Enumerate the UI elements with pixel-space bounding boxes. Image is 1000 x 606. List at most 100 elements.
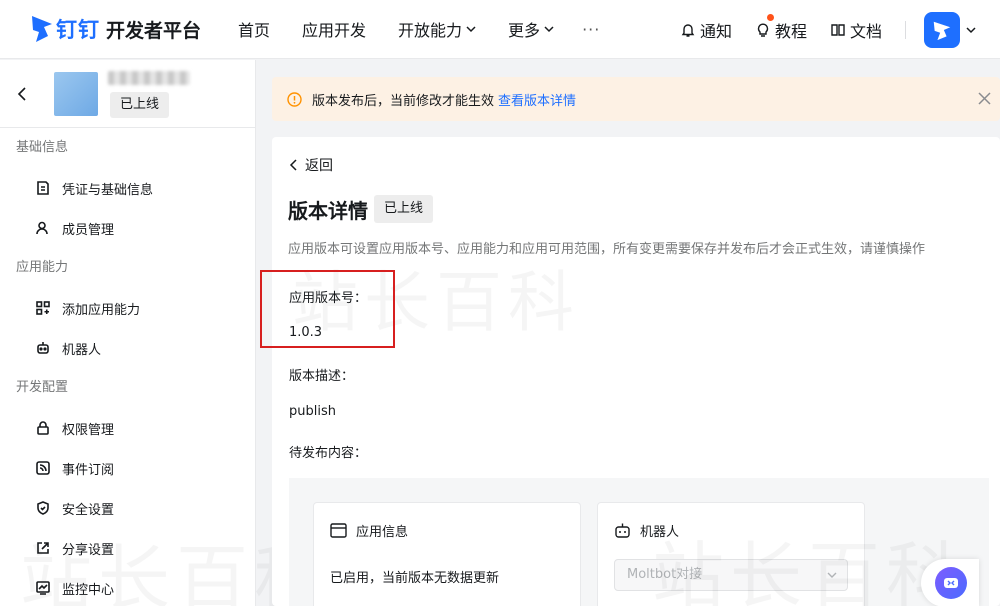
user-avatar[interactable] bbox=[924, 11, 960, 48]
pending-content-area: 应用信息 已启用，当前版本无数据更新 机器人 Moltbot对接 bbox=[289, 478, 989, 606]
sidebar-item-label: 事件订阅 bbox=[62, 462, 115, 478]
sidebar-item-security[interactable]: 安全设置 bbox=[0, 488, 255, 528]
nav-app-dev[interactable]: 应用开发 bbox=[302, 17, 366, 41]
sidebar-item-label: 权限管理 bbox=[62, 422, 115, 438]
page-title: 版本详情 bbox=[288, 199, 368, 223]
assistant-icon bbox=[935, 567, 967, 599]
robot-header: 机器人 bbox=[614, 521, 679, 540]
version-number-label: 应用版本号： bbox=[289, 291, 368, 306]
sidebar-item-robot[interactable]: 机器人 bbox=[0, 328, 255, 368]
bell-icon bbox=[681, 23, 695, 37]
lock-icon bbox=[37, 421, 49, 435]
notify-button[interactable]: 通知 bbox=[680, 18, 732, 42]
chevron-down-icon bbox=[827, 572, 837, 578]
top-navbar: 钉钉 开发者平台 首页 应用开发 开放能力 更多 ··· 通知 教程 文档 bbox=[0, 0, 1000, 59]
nav-home[interactable]: 首页 bbox=[238, 17, 270, 41]
version-detail-card: 返回 版本详情 已上线 应用版本可设置应用版本号、应用能力和应用可用范围，所有变… bbox=[260, 137, 1000, 606]
shield-icon bbox=[37, 501, 49, 515]
app-name-redacted bbox=[108, 71, 190, 85]
nav-right: 通知 教程 文档 bbox=[680, 0, 1000, 59]
sidebar-group-capability: 应用能力 bbox=[16, 260, 69, 275]
logo[interactable]: 钉钉 开发者平台 bbox=[30, 14, 238, 44]
dingtalk-logo-icon bbox=[32, 16, 52, 42]
publish-notice: 版本发布后，当前修改才能生效 查看版本详情 bbox=[272, 77, 1000, 121]
sidebar-group-basic: 基础信息 bbox=[16, 140, 69, 155]
back-label: 返回 bbox=[305, 158, 333, 174]
sidebar-item-members[interactable]: 成员管理 bbox=[0, 208, 255, 248]
logo-platform: 开发者平台 bbox=[106, 19, 202, 42]
sidebar-item-label: 分享设置 bbox=[62, 542, 115, 558]
sidebar-item-add-capability[interactable]: 添加应用能力 bbox=[0, 288, 255, 328]
docs-button[interactable]: 文档 bbox=[830, 18, 882, 42]
robot-title: 机器人 bbox=[640, 525, 680, 540]
warning-circle-icon bbox=[287, 91, 302, 107]
share-icon bbox=[37, 542, 49, 554]
sidebar-item-events[interactable]: 事件订阅 bbox=[0, 448, 255, 488]
sidebar-item-permissions[interactable]: 权限管理 bbox=[0, 408, 255, 448]
notify-label: 通知 bbox=[699, 21, 732, 41]
robot-select-value: Moltbot对接 bbox=[627, 567, 703, 582]
sidebar-item-label: 凭证与基础信息 bbox=[62, 182, 154, 198]
app-header: 已上线 bbox=[0, 60, 255, 128]
rss-icon bbox=[36, 461, 50, 475]
tutorial-label: 教程 bbox=[774, 21, 807, 41]
sidebar-group-dev-config: 开发配置 bbox=[16, 380, 69, 395]
app-info-card: 应用信息 已启用，当前版本无数据更新 bbox=[313, 502, 581, 606]
chevron-down-icon[interactable] bbox=[966, 25, 976, 35]
back-button[interactable]: 返回 bbox=[289, 155, 333, 175]
version-status-badge: 已上线 bbox=[374, 195, 434, 223]
version-number-value: 1.0.3 bbox=[289, 325, 323, 340]
sidebar-item-label: 添加应用能力 bbox=[62, 302, 141, 318]
book-icon bbox=[831, 23, 845, 36]
chevron-left-icon bbox=[289, 159, 297, 171]
chevron-down-icon bbox=[466, 26, 476, 33]
unread-dot bbox=[766, 13, 774, 21]
app-info-title: 应用信息 bbox=[356, 525, 409, 540]
window-icon bbox=[330, 523, 347, 538]
sidebar-item-label: 机器人 bbox=[62, 342, 102, 358]
app-icon bbox=[54, 72, 98, 116]
document-icon bbox=[37, 181, 49, 195]
version-desc-value: publish bbox=[289, 404, 336, 419]
sidebar-item-monitor[interactable]: 监控中心 bbox=[0, 568, 255, 606]
robot-icon bbox=[615, 523, 630, 538]
nav-open-capability[interactable]: 开放能力 bbox=[398, 17, 476, 41]
app-info-header: 应用信息 bbox=[330, 521, 408, 540]
version-desc-label: 版本描述： bbox=[289, 369, 355, 384]
sidebar-item-label: 成员管理 bbox=[62, 222, 115, 238]
sidebar-item-share[interactable]: 分享设置 bbox=[0, 528, 255, 568]
nav-divider bbox=[905, 20, 906, 39]
lightbulb-icon bbox=[757, 23, 769, 37]
close-icon[interactable] bbox=[978, 92, 991, 105]
sidebar-item-label: 安全设置 bbox=[62, 502, 115, 518]
nav-more-label: 更多 bbox=[508, 21, 541, 40]
floating-assistant-button[interactable] bbox=[921, 559, 979, 606]
highlight-annotation bbox=[260, 270, 395, 348]
docs-label: 文档 bbox=[849, 21, 882, 41]
app-info-text: 已启用，当前版本无数据更新 bbox=[330, 571, 500, 586]
apps-add-icon bbox=[36, 301, 50, 315]
dingtalk-avatar-icon bbox=[933, 21, 951, 40]
logo-brand: 钉钉 bbox=[56, 18, 100, 42]
sidebar: 已上线 基础信息 凭证与基础信息 成员管理 应用能力 添加应用能力 机器人 开发… bbox=[0, 60, 326, 606]
view-version-link[interactable]: 查看版本详情 bbox=[498, 90, 576, 109]
nav-overflow-dots[interactable]: ··· bbox=[582, 20, 600, 39]
chevron-down-icon bbox=[544, 26, 554, 33]
user-icon bbox=[36, 221, 48, 235]
nav-app-dev-label: 应用开发 bbox=[302, 21, 367, 40]
main-nav: 首页 应用开发 开放能力 更多 ··· bbox=[238, 17, 600, 41]
sidebar-item-label: 监控中心 bbox=[62, 582, 115, 598]
chevron-left-icon[interactable] bbox=[17, 87, 27, 101]
nav-open-capability-label: 开放能力 bbox=[398, 21, 463, 40]
nav-home-label: 首页 bbox=[238, 21, 271, 40]
monitor-chart-icon bbox=[36, 581, 50, 595]
nav-more[interactable]: 更多 bbox=[508, 17, 554, 41]
robot-icon bbox=[37, 342, 49, 354]
app-status-badge: 已上线 bbox=[110, 92, 170, 118]
page-description: 应用版本可设置应用版本号、应用能力和应用可用范围，所有变更需要保存并发布后才会正… bbox=[288, 242, 926, 257]
pending-content-label: 待发布内容： bbox=[289, 446, 368, 461]
sidebar-item-credentials[interactable]: 凭证与基础信息 bbox=[0, 168, 255, 208]
robot-card: 机器人 Moltbot对接 bbox=[597, 502, 865, 606]
robot-select[interactable]: Moltbot对接 bbox=[614, 559, 848, 591]
tutorial-button[interactable]: 教程 bbox=[755, 13, 807, 42]
